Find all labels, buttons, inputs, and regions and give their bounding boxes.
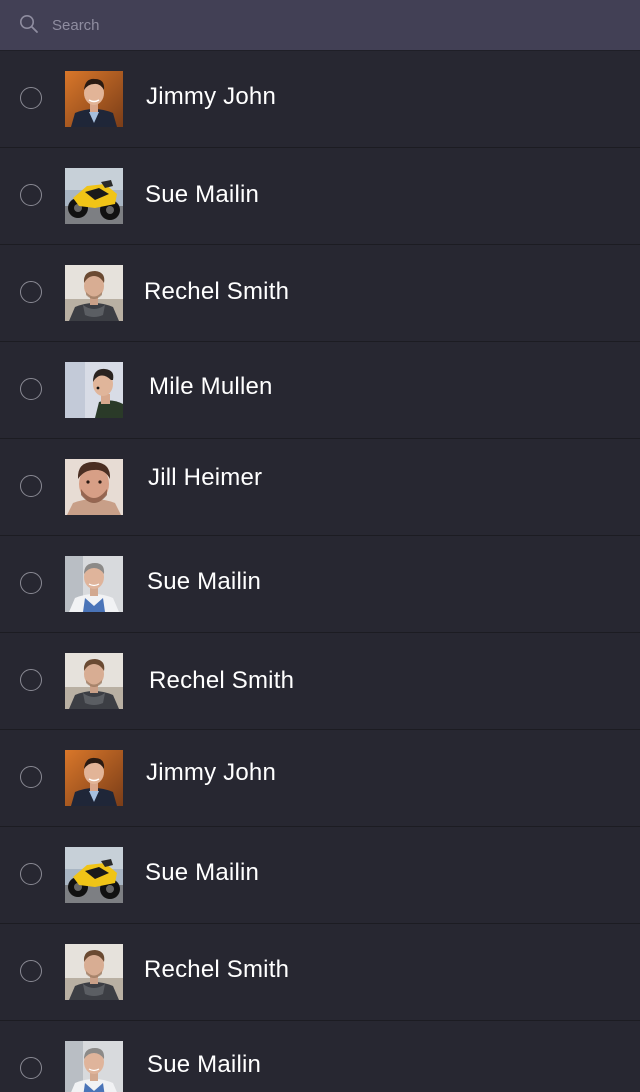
avatar <box>65 750 123 806</box>
avatar <box>65 459 123 515</box>
contact-name: Jimmy John <box>146 83 277 110</box>
search-icon[interactable] <box>19 14 39 34</box>
select-radio-button[interactable] <box>20 184 42 206</box>
contact-row[interactable]: Jimmy John <box>0 730 640 827</box>
contact-row[interactable]: Sue Mailin <box>0 148 640 245</box>
avatar <box>65 944 123 1000</box>
avatar <box>65 847 123 903</box>
contact-list: Jimmy John Sue Mailin Rechel Smith Mile … <box>0 51 640 1092</box>
avatar <box>65 168 123 224</box>
contact-name: Jill Heimer <box>148 464 263 491</box>
select-radio-button[interactable] <box>20 87 42 109</box>
select-radio-button[interactable] <box>20 766 42 788</box>
avatar <box>65 71 123 127</box>
contact-name: Sue Mailin <box>145 181 260 208</box>
contact-name: Mile Mullen <box>149 373 273 400</box>
search-input[interactable] <box>52 10 612 40</box>
contact-row[interactable]: Sue Mailin <box>0 827 640 924</box>
contact-row[interactable]: Sue Mailin <box>0 536 640 633</box>
avatar <box>65 1041 123 1092</box>
contact-name: Sue Mailin <box>147 1051 262 1078</box>
contact-row[interactable]: Sue Mailin <box>0 1021 640 1092</box>
select-radio-button[interactable] <box>20 669 42 691</box>
contact-row[interactable]: Jill Heimer <box>0 439 640 536</box>
contact-row[interactable]: Mile Mullen <box>0 342 640 439</box>
contact-row[interactable]: Rechel Smith <box>0 633 640 730</box>
select-radio-button[interactable] <box>20 960 42 982</box>
select-radio-button[interactable] <box>20 1057 42 1079</box>
select-radio-button[interactable] <box>20 863 42 885</box>
search-bar <box>0 0 640 51</box>
contact-row[interactable]: Rechel Smith <box>0 245 640 342</box>
avatar <box>65 653 123 709</box>
select-radio-button[interactable] <box>20 378 42 400</box>
contact-row[interactable]: Jimmy John <box>0 51 640 148</box>
contact-name: Rechel Smith <box>144 278 290 305</box>
avatar <box>65 265 123 321</box>
select-radio-button[interactable] <box>20 475 42 497</box>
select-radio-button[interactable] <box>20 572 42 594</box>
select-radio-button[interactable] <box>20 281 42 303</box>
contact-name: Rechel Smith <box>144 956 290 983</box>
avatar <box>65 556 123 612</box>
contact-name: Sue Mailin <box>147 568 262 595</box>
contact-name: Rechel Smith <box>149 667 295 694</box>
contact-row[interactable]: Rechel Smith <box>0 924 640 1021</box>
contact-name: Jimmy John <box>146 759 277 786</box>
avatar <box>65 362 123 418</box>
contact-name: Sue Mailin <box>145 859 260 886</box>
